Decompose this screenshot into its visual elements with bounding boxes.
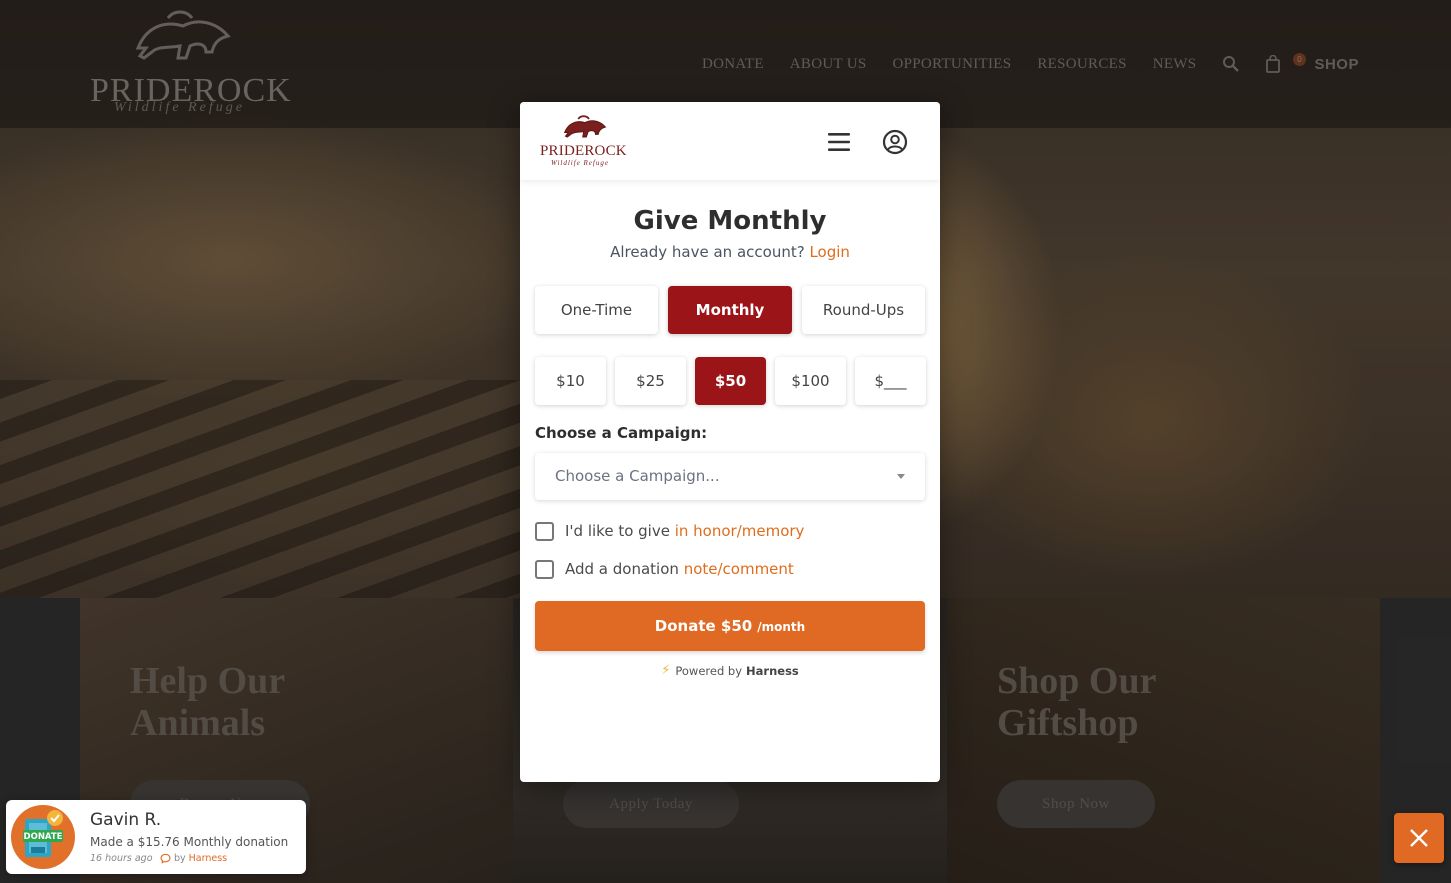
close-button[interactable]	[1394, 813, 1444, 863]
chat-bubble-icon	[160, 853, 171, 864]
honor-memory-checkbox[interactable]	[535, 521, 554, 541]
donation-modal: PRIDEROCK Wildlife Refuge Give Monthly A…	[520, 102, 940, 782]
donate-button-unit: /month	[757, 620, 806, 634]
modal-logo: PRIDEROCK Wildlife Refuge	[538, 114, 633, 170]
powered-by: ⚡ Powered by Harness	[520, 663, 940, 678]
donation-note-checkbox[interactable]	[535, 559, 554, 579]
modal-logo-name: PRIDEROCK	[540, 143, 627, 159]
modal-title: Give Monthly	[633, 206, 827, 236]
lion-logo-icon	[563, 115, 607, 138]
donation-note-label: Add a donation note/comment	[565, 560, 794, 578]
donation-note-link[interactable]: note/comment	[684, 560, 794, 578]
close-icon	[1410, 829, 1428, 847]
toast-attribution: by Harness	[160, 853, 227, 864]
donation-note-option[interactable]: Add a donation note/comment	[535, 558, 794, 580]
avatar-donate-label: DONATE	[24, 832, 63, 842]
amount-25[interactable]: $25	[615, 357, 686, 405]
account-prompt: Already have an account? Login	[520, 243, 940, 261]
powered-by-brand[interactable]: Harness	[746, 664, 799, 678]
toast-by-brand[interactable]: Harness	[189, 853, 227, 864]
amount-50[interactable]: $50	[695, 357, 766, 405]
donation-note-text: Add a donation	[565, 560, 679, 578]
frequency-monthly[interactable]: Monthly	[668, 286, 792, 334]
campaign-select-placeholder: Choose a Campaign...	[555, 467, 720, 485]
donate-book-icon: DONATE	[23, 810, 63, 857]
frequency-one-time[interactable]: One-Time	[535, 286, 658, 334]
recent-donation-toast[interactable]: DONATE Gavin R. Made a $15.76 Monthly do…	[6, 800, 306, 874]
hamburger-menu-icon[interactable]	[826, 130, 852, 154]
honor-memory-text: I'd like to give	[565, 522, 670, 540]
donation-time: 16 hours ago	[90, 853, 153, 864]
user-circle-icon[interactable]	[882, 129, 908, 155]
campaign-select[interactable]: Choose a Campaign...	[535, 453, 925, 500]
donation-avatar: DONATE	[11, 805, 75, 869]
honor-memory-link[interactable]: in honor/memory	[675, 522, 805, 540]
honor-memory-option[interactable]: I'd like to give in honor/memory	[535, 520, 804, 542]
donor-name: Gavin R.	[90, 810, 162, 830]
amount-10[interactable]: $10	[535, 357, 606, 405]
lightning-bolt-icon: ⚡	[661, 663, 671, 678]
campaign-label: Choose a Campaign:	[535, 424, 708, 442]
amount-100[interactable]: $100	[775, 357, 846, 405]
modal-logo-tagline: Wildlife Refuge	[551, 159, 609, 167]
modal-header: PRIDEROCK Wildlife Refuge	[520, 102, 940, 180]
donate-submit-button[interactable]: Donate $50 /month	[535, 601, 925, 651]
toast-by-label: by	[174, 853, 186, 864]
honor-memory-label: I'd like to give in honor/memory	[565, 522, 804, 540]
frequency-round-ups[interactable]: Round-Ups	[802, 286, 925, 334]
account-prompt-text: Already have an account?	[610, 243, 805, 261]
chevron-down-icon	[897, 474, 905, 479]
powered-by-text: Powered by	[675, 663, 743, 678]
amount-custom[interactable]: $___	[855, 357, 926, 405]
login-link[interactable]: Login	[809, 243, 849, 261]
donation-message: Made a $15.76 Monthly donation	[90, 835, 289, 849]
donate-button-label: Donate $50	[654, 617, 753, 635]
